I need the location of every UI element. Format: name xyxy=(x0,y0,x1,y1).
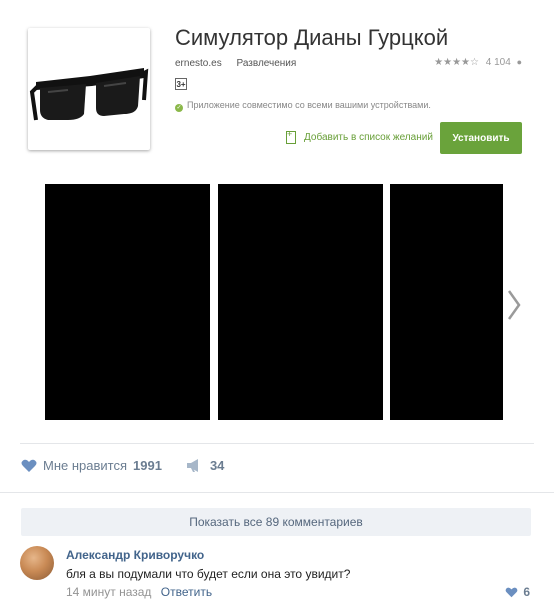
like-count: 1991 xyxy=(133,458,162,473)
category-link[interactable]: Развлечения xyxy=(236,58,296,69)
reply-button[interactable]: Ответить xyxy=(161,585,212,599)
app-meta: ernesto.es Развлечения xyxy=(175,58,296,69)
screenshot-3[interactable] xyxy=(390,184,503,420)
age-rating-badge: 3+ xyxy=(175,78,187,90)
compat-notice: ✓ Приложение совместимо со всеми вашими у… xyxy=(175,100,431,112)
wishlist-label: Добавить в список желаний xyxy=(304,132,433,143)
comment-author[interactable]: Александр Криворучко xyxy=(66,548,204,562)
screenshot-2[interactable] xyxy=(218,184,383,420)
post-actions: Мне нравится 1991 34 xyxy=(21,458,224,473)
comment-like-button[interactable]: 6 xyxy=(505,585,530,599)
show-all-comments-button[interactable]: Показать все 89 комментариев xyxy=(21,508,531,536)
divider xyxy=(20,443,534,444)
developer-link[interactable]: ernesto.es xyxy=(175,58,222,69)
heart-icon[interactable] xyxy=(21,459,37,473)
compat-text: Приложение совместимо со всеми вашими ус… xyxy=(187,100,431,110)
app-title: Симулятор Дианы Гурцкой xyxy=(175,25,449,50)
share-count: 34 xyxy=(209,458,225,473)
megaphone-icon[interactable] xyxy=(186,459,202,472)
app-rating: ★★★★☆ 4 104 ● xyxy=(434,57,522,68)
rating-count: 4 104 xyxy=(485,57,511,68)
comment-like-count: 6 xyxy=(523,585,530,599)
like-button-label[interactable]: Мне нравится xyxy=(43,458,127,473)
screenshot-1[interactable] xyxy=(45,184,210,420)
divider xyxy=(0,492,554,493)
person-icon: ● xyxy=(516,57,522,67)
sunglasses-image xyxy=(29,68,149,121)
heart-icon xyxy=(505,587,518,597)
comment-text: бля а вы подумали что будет если она это… xyxy=(66,567,351,581)
chevron-right-icon[interactable] xyxy=(506,288,522,322)
rating-stars-icon: ★★★★☆ xyxy=(434,57,479,68)
install-button[interactable]: Установить xyxy=(440,122,522,154)
comment-meta: 14 минут назад Ответить xyxy=(66,585,212,599)
avatar[interactable] xyxy=(20,546,54,580)
wishlist-button[interactable]: Добавить в список желаний xyxy=(286,129,433,144)
bookmark-add-icon xyxy=(286,129,296,144)
check-icon: ✓ xyxy=(175,104,183,112)
comment-time[interactable]: 14 минут назад xyxy=(66,585,151,599)
app-icon xyxy=(28,28,150,150)
